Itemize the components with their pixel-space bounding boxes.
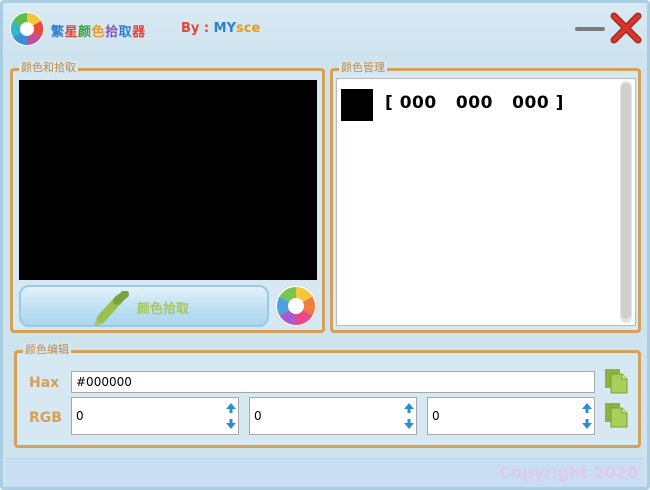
rgb-label: RGB: [29, 410, 62, 426]
green-value: 0: [254, 409, 262, 423]
blue-value: 0: [432, 409, 440, 423]
app-title-char: 星: [64, 25, 79, 40]
app-title-char: 取: [118, 25, 133, 40]
author-byline: By : MYsce: [181, 21, 260, 36]
app-logo-icon: [10, 12, 44, 46]
pick-color-button[interactable]: 颜色拾取: [19, 285, 269, 327]
copyright-text: Copyright 2020: [499, 463, 638, 482]
hax-label: Hax: [29, 375, 60, 391]
list-item[interactable]: [ 000 000 000 ]: [341, 89, 621, 121]
color-rgb-text: [ 000 000 000 ]: [385, 93, 564, 113]
eyedropper-icon: [94, 291, 129, 327]
red-stepper[interactable]: 0: [71, 397, 239, 435]
app-title-char: 颜: [78, 25, 92, 40]
color-manage-panel-label: 颜色管理: [339, 61, 387, 75]
byline-author-part1: MY: [213, 21, 236, 36]
title-bar[interactable]: 繁星颜色拾取器 By : MYsce: [3, 3, 647, 53]
copy-hax-icon[interactable]: [603, 367, 629, 395]
color-list[interactable]: [ 000 000 000 ]: [336, 78, 636, 326]
byline-prefix: By :: [181, 21, 214, 36]
blue-up-arrow-icon[interactable]: [581, 400, 593, 414]
green-down-arrow-icon[interactable]: [403, 418, 415, 432]
green-stepper[interactable]: 0: [249, 397, 417, 435]
color-pick-panel: 颜色和拾取 颜色拾取: [10, 61, 325, 333]
red-down-arrow-icon[interactable]: [225, 418, 237, 432]
color-manage-panel: 颜色管理 [ 000 000 000 ]: [330, 61, 641, 333]
blue-stepper[interactable]: 0: [427, 397, 595, 435]
status-bar: Copyright 2020: [6, 458, 644, 487]
vertical-scrollbar[interactable]: [620, 81, 632, 323]
scrollbar-thumb[interactable]: [621, 83, 631, 319]
color-edit-panel: 颜色编辑 Hax RGB 0 0 0: [14, 343, 641, 448]
app-title-char: 器: [132, 25, 146, 40]
app-title-char: 拾: [105, 25, 119, 40]
byline-author-part2: sce: [236, 21, 261, 36]
copy-rgb-icon[interactable]: [603, 401, 629, 429]
color-edit-panel-label: 颜色编辑: [23, 343, 71, 357]
color-pick-panel-label: 颜色和拾取: [19, 61, 78, 75]
red-value: 0: [76, 409, 84, 423]
minimize-button[interactable]: [575, 27, 605, 31]
hax-input[interactable]: [71, 371, 595, 393]
red-up-arrow-icon[interactable]: [225, 400, 237, 414]
app-window: 繁星颜色拾取器 By : MYsce 颜色和拾取 颜色拾取 颜色管理 [000…: [0, 0, 650, 490]
pick-color-label: 颜色拾取: [137, 302, 190, 317]
color-swatch: [341, 89, 373, 121]
blue-down-arrow-icon[interactable]: [581, 418, 593, 432]
green-up-arrow-icon[interactable]: [403, 400, 415, 414]
app-title-char: 繁: [51, 25, 65, 40]
close-button[interactable]: [609, 11, 643, 45]
color-wheel-icon[interactable]: [273, 283, 319, 329]
app-title: 繁星颜色拾取器: [51, 21, 146, 40]
color-preview: [19, 80, 317, 280]
app-title-char: 色: [91, 25, 106, 40]
